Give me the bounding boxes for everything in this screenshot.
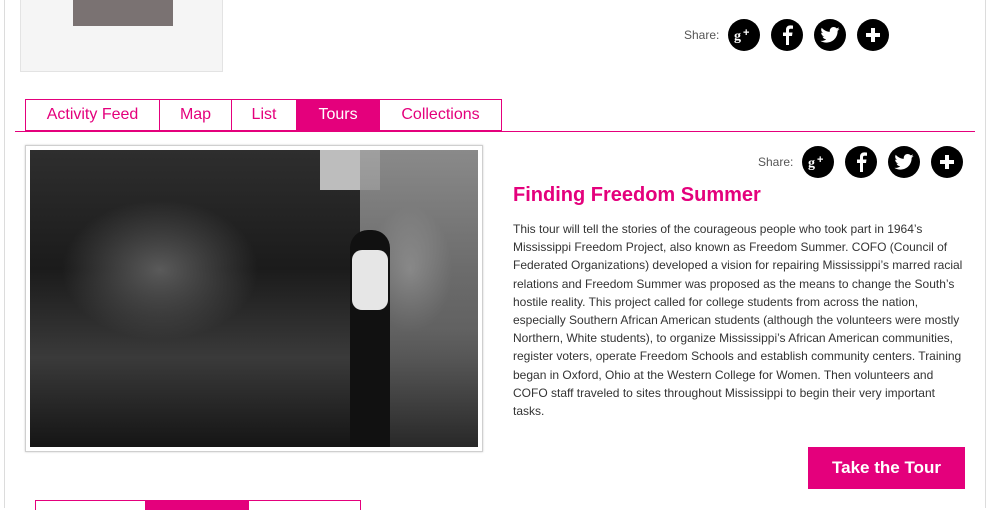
twitter-icon[interactable] <box>888 146 921 178</box>
take-the-tour-button[interactable]: Take the Tour <box>808 447 965 489</box>
tour-description: This tour will tell the stories of the c… <box>513 222 963 419</box>
secondary-tab[interactable] <box>248 500 361 510</box>
share-label: Share: <box>758 155 794 169</box>
profile-avatar-card <box>20 0 223 72</box>
twitter-icon[interactable] <box>814 19 847 51</box>
facebook-icon[interactable] <box>771 19 804 51</box>
tab-map[interactable]: Map <box>159 99 231 131</box>
page-frame-left <box>4 0 5 508</box>
secondary-tab-bar <box>35 500 361 510</box>
add-plus-icon[interactable] <box>931 146 964 178</box>
share-label: Share: <box>684 28 720 42</box>
tab-collections[interactable]: Collections <box>379 99 502 131</box>
page-frame-right <box>985 0 986 508</box>
tab-label: Collections <box>401 106 480 123</box>
svg-text:g: g <box>808 156 815 170</box>
tab-tours[interactable]: Tours <box>296 99 379 131</box>
tab-activity-feed[interactable]: Activity Feed <box>25 99 159 131</box>
user-avatar-placeholder-icon <box>73 0 173 26</box>
tour-photo[interactable] <box>25 145 483 452</box>
google-plus-icon[interactable]: g + <box>802 146 835 178</box>
svg-text:+: + <box>817 154 823 166</box>
svg-text:+: + <box>743 27 749 39</box>
tab-label: Tours <box>318 106 358 123</box>
tab-list[interactable]: List <box>231 99 296 131</box>
facebook-icon[interactable] <box>845 146 878 178</box>
google-plus-icon[interactable]: g + <box>728 19 761 51</box>
secondary-tab-active[interactable] <box>145 500 248 510</box>
add-plus-icon[interactable] <box>857 19 890 51</box>
tab-label: Activity Feed <box>46 106 139 123</box>
svg-text:g: g <box>734 29 741 43</box>
secondary-tab[interactable] <box>35 500 145 510</box>
share-bar-top: Share: g + <box>684 19 900 51</box>
tab-label: Map <box>179 106 212 123</box>
tab-bar: Activity Feed Map List Tours Collections <box>25 99 502 131</box>
tab-underline <box>15 131 975 132</box>
tour-title: Finding Freedom Summer <box>513 184 761 206</box>
share-bar-tour: Share: g + <box>758 146 974 178</box>
tour-photo-image <box>30 150 478 447</box>
tab-label: List <box>251 106 277 123</box>
